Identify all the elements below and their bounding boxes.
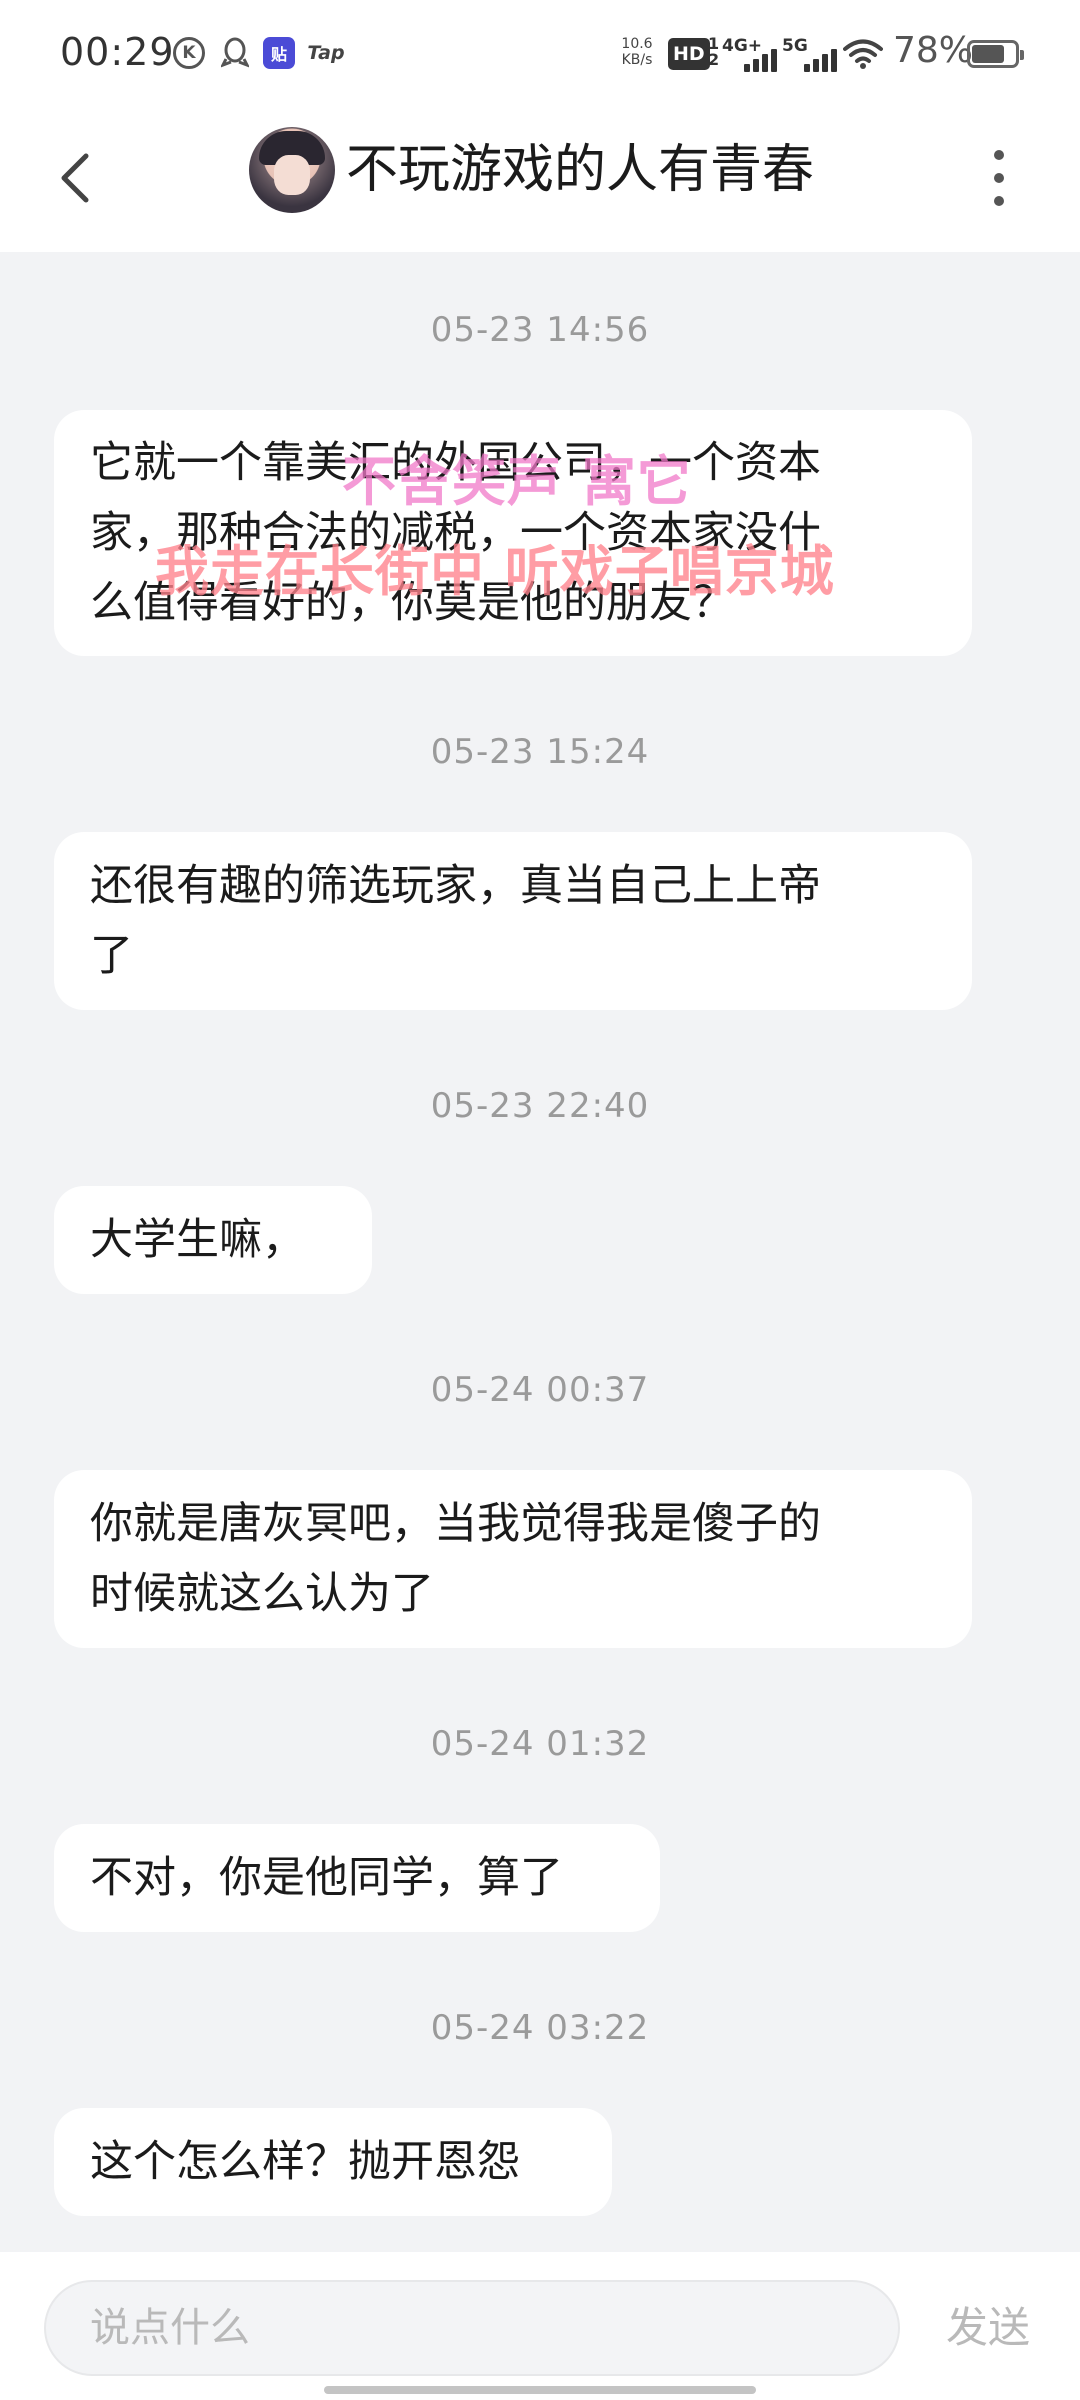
message-bubble[interactable]: 不对，你是他同学，算了 [54, 1824, 660, 1932]
more-dot-icon [994, 173, 1004, 183]
signal-5g-icon: 5G [782, 36, 848, 72]
chat-title: 不玩游戏的人有青春 [346, 140, 815, 200]
message-line: 不对，你是他同学，算了 [90, 1853, 563, 1903]
message-line: 么值得看好的，你莫是他的朋友？ [90, 578, 735, 628]
wifi-icon [843, 38, 883, 74]
message-bubble[interactable]: 你就是唐灰冥吧，当我觉得我是傻子的 时候就这么认为了 [54, 1470, 972, 1648]
signal-4g-icon: 4G+ [722, 36, 788, 72]
status-bar: 00:29 K 贴 Tap 10.6 KB/s HD 12 4G+ 5G 78% [0, 0, 1080, 108]
k-app-icon: K [173, 37, 205, 69]
tap-icon: Tap [307, 42, 345, 64]
message-line: 这个怎么样？抛开恩怨 [90, 2137, 520, 2187]
hd-voice-icon: HD [668, 38, 710, 70]
message-line: 它就一个靠美汇的外国公司，一个资本 [90, 438, 821, 488]
battery-icon [967, 40, 1024, 68]
avatar[interactable] [249, 127, 335, 213]
message-input[interactable] [44, 2280, 900, 2376]
message-bubble[interactable]: 还很有趣的筛选玩家，真当自己上上帝 了 [54, 832, 972, 1010]
tieba-icon: 贴 [263, 37, 295, 69]
message-line: 家，那种合法的减税，一个资本家没什 [90, 508, 821, 558]
back-button[interactable] [40, 138, 110, 218]
more-dot-icon [994, 150, 1004, 160]
message-bubble[interactable]: 这个怎么样？抛开恩怨 [54, 2108, 612, 2216]
message-line: 了 [90, 931, 133, 981]
chat-header: 不玩游戏的人有青春 [0, 108, 1080, 252]
message-line: 你就是唐灰冥吧，当我觉得我是傻子的 [90, 1499, 821, 1549]
more-dot-icon [994, 196, 1004, 206]
message-timestamp: 05-24 03:22 [430, 2008, 650, 2048]
message-input-bar: 发送 [0, 2252, 1080, 2400]
message-bubble[interactable]: 大学生嘛， [54, 1186, 372, 1294]
message-bubble[interactable]: 它就一个靠美汇的外国公司，一个资本 家，那种合法的减税，一个资本家没什 么值得看… [54, 410, 972, 656]
message-timestamp: 05-24 00:37 [430, 1370, 650, 1410]
message-timestamp: 05-23 15:24 [430, 732, 650, 772]
message-timestamp: 05-23 22:40 [430, 1086, 650, 1126]
battery-percent: 78% [893, 30, 974, 71]
message-line: 时候就这么认为了 [90, 1569, 434, 1619]
message-line: 还很有趣的筛选玩家，真当自己上上帝 [90, 861, 821, 911]
message-line: 大学生嘛， [90, 1215, 305, 1265]
qq-icon [219, 37, 251, 69]
message-timestamp: 05-24 01:32 [430, 1724, 650, 1764]
status-time: 00:29 [60, 30, 175, 74]
hd-sim-index: 12 [708, 34, 720, 69]
more-options-button[interactable] [974, 138, 1024, 218]
message-timestamp: 05-23 14:56 [430, 310, 650, 350]
home-indicator[interactable] [324, 2386, 756, 2394]
chevron-left-icon [61, 153, 89, 203]
net-speed: 10.6 KB/s [621, 36, 653, 68]
send-button[interactable]: 发送 [946, 2280, 1030, 2376]
